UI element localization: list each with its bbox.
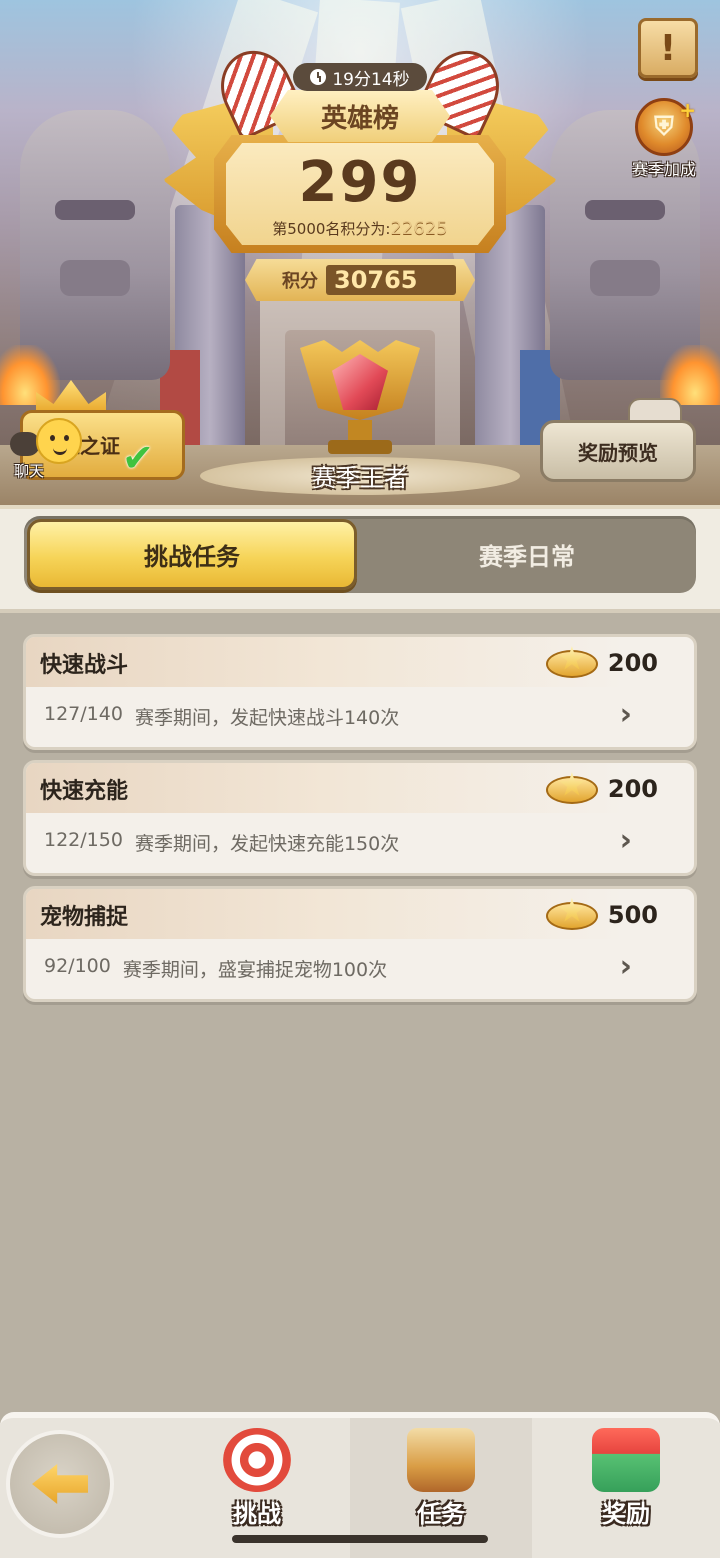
- fire: [660, 345, 720, 405]
- trophy-label: 赛季王者: [312, 464, 408, 492]
- leaderboard-title[interactable]: 英雄榜: [270, 90, 450, 142]
- exclamation-icon: !: [659, 27, 677, 69]
- chevron-right-icon[interactable]: ›: [620, 697, 632, 732]
- task-description: 92/100 赛季期间，盛宴捕捉宠物100次: [44, 955, 387, 982]
- nav-item-rewards[interactable]: 奖励: [566, 1428, 686, 1538]
- plus-icon: +: [679, 98, 696, 122]
- reward-preview-label: 奖励预览: [578, 440, 658, 465]
- score-value: 30765: [326, 265, 456, 295]
- home-indicator[interactable]: [232, 1535, 488, 1543]
- trophy-stem: [348, 420, 372, 442]
- task-progress: 92/100: [44, 955, 111, 977]
- task-progress: 122/150: [44, 829, 123, 851]
- season-bonus-label: 赛季加成: [631, 160, 696, 179]
- reward-value: 200: [607, 649, 658, 677]
- rank-threshold: 第5000名积分为:22625: [226, 218, 494, 239]
- star-token-icon: [545, 646, 598, 680]
- back-button[interactable]: [6, 1430, 114, 1538]
- task-reward: 200: [545, 771, 658, 807]
- score-label: 积分: [282, 271, 318, 292]
- task-card[interactable]: 快速战斗 200 127/140 赛季期间，发起快速战斗140次 ›: [23, 634, 697, 750]
- chat-label: 聊天: [14, 462, 45, 480]
- rank-threshold-value: 22625: [390, 218, 448, 239]
- season-bonus-button[interactable]: ⛨ + 赛季加成: [622, 98, 706, 179]
- timer-text: 19分14秒: [332, 69, 410, 90]
- task-requirement: 赛季期间，发起快速充能150次: [134, 833, 400, 855]
- nav-item-challenge[interactable]: 挑战: [197, 1428, 317, 1538]
- task-card[interactable]: 快速充能 200 122/150 赛季期间，发起快速充能150次 ›: [23, 760, 697, 876]
- clock-icon: [310, 69, 327, 85]
- rank-number: 299: [298, 150, 422, 215]
- stone-statue-left: [20, 110, 170, 380]
- season-timer: 19分14秒: [293, 63, 427, 91]
- rank-threshold-prefix: 第5000名积分为:: [272, 220, 391, 238]
- reward-value: 200: [607, 775, 658, 803]
- tab-label: 赛季日常: [479, 543, 575, 571]
- quest-scroll-icon: [407, 1428, 475, 1492]
- star-token-icon: [545, 898, 598, 932]
- task-requirement: 赛季期间，发起快速战斗140次: [134, 707, 400, 729]
- nav-item-tasks[interactable]: 任务: [381, 1428, 501, 1538]
- tab-challenge-tasks[interactable]: 挑战任务: [27, 519, 357, 590]
- back-arrow-icon: [32, 1464, 88, 1504]
- gift-icon: [592, 1428, 660, 1492]
- task-title: 快速战斗: [40, 653, 129, 678]
- task-title: 宠物捕捉: [40, 905, 129, 930]
- fire: [0, 345, 60, 405]
- task-description: 122/150 赛季期间，发起快速充能150次: [44, 829, 399, 856]
- nav-label: 任务: [417, 1500, 465, 1528]
- chevron-right-icon[interactable]: ›: [620, 823, 632, 858]
- task-card[interactable]: 宠物捕捉 500 92/100 赛季期间，盛宴捕捉宠物100次 ›: [23, 886, 697, 1002]
- reward-value: 500: [607, 901, 658, 929]
- task-reward: 500: [545, 897, 658, 933]
- trophy-base: [328, 440, 392, 454]
- tab-season-daily[interactable]: 赛季日常: [360, 519, 694, 590]
- chevron-right-icon[interactable]: ›: [620, 949, 632, 984]
- star-token-icon: [545, 772, 598, 806]
- task-reward: 200: [545, 645, 658, 681]
- leaderboard-title-text: 英雄榜: [320, 103, 399, 134]
- season-king-trophy-icon[interactable]: [290, 340, 430, 460]
- nav-label: 奖励: [602, 1500, 650, 1528]
- task-progress: 127/140: [44, 703, 123, 725]
- info-button[interactable]: !: [638, 18, 698, 78]
- reward-preview-button[interactable]: 奖励预览: [540, 420, 696, 482]
- tab-label: 挑战任务: [144, 543, 240, 571]
- task-requirement: 赛季期间，盛宴捕捉宠物100次: [122, 959, 388, 981]
- target-icon: [223, 1428, 291, 1492]
- checkmark-icon: ✔: [122, 436, 154, 480]
- task-title: 快速充能: [40, 779, 129, 804]
- task-description: 127/140 赛季期间，发起快速战斗140次: [44, 703, 399, 730]
- nav-label: 挑战: [233, 1500, 281, 1528]
- smiley-face-icon: [36, 418, 82, 464]
